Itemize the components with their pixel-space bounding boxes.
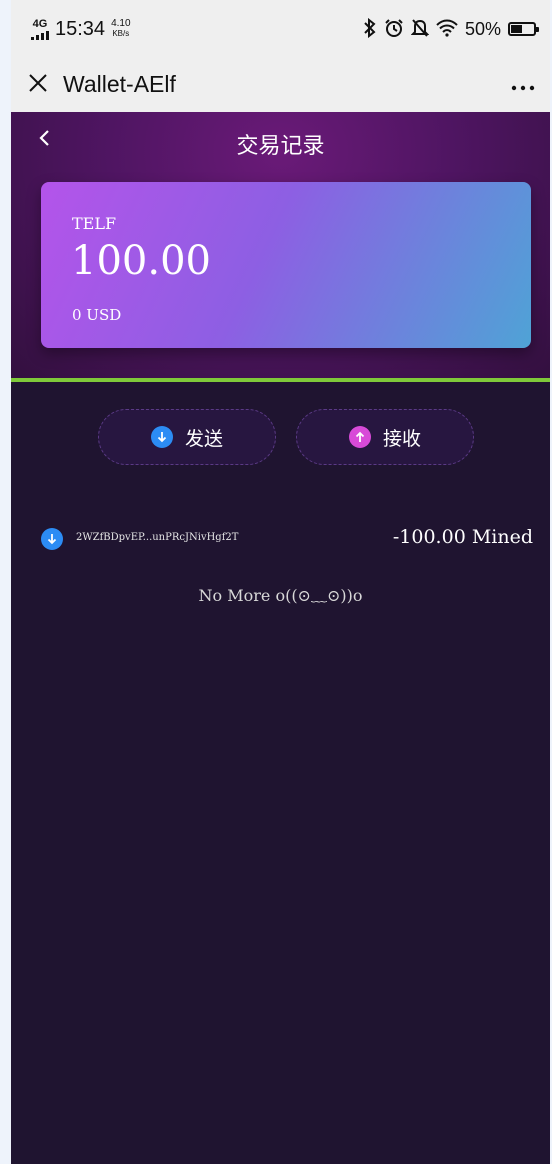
status-time: 15:34	[55, 17, 106, 40]
transaction-address: 2WZfBDpvEP...unPRcJNivHgf2T	[76, 532, 239, 543]
wifi-icon	[436, 19, 458, 40]
transaction-amount: -100.00 Mined	[392, 526, 533, 548]
arrow-up-icon	[348, 426, 371, 448]
balance-card: TELF 100.00 0 USD	[41, 182, 531, 348]
balance-amount: 100.00	[71, 238, 211, 284]
network-speed: 4.10 KB/s	[111, 19, 130, 39]
battery-percent: 50%	[464, 18, 501, 39]
status-bar: 4G 15:34 4.10 KB/s 50%	[11, 0, 550, 56]
network-speed-value: 4.10	[111, 18, 131, 29]
title-bar: Wallet-AElf	[11, 56, 550, 112]
transaction-row[interactable]: 2WZfBDpvEP...unPRcJNivHgf2T -100.00 Mine…	[41, 524, 533, 554]
window-title: Wallet-AElf	[63, 71, 176, 97]
send-button[interactable]: 发送	[98, 409, 276, 465]
cellular-signal-icon: 4G	[31, 17, 49, 40]
network-speed-unit: KB/s	[112, 29, 130, 38]
status-right: 50%	[363, 14, 539, 44]
list-end-text: No More o((⊙﹏⊙))o	[198, 586, 363, 605]
arrow-down-icon	[41, 528, 63, 550]
battery-icon	[508, 22, 539, 36]
app-frame: 4G 15:34 4.10 KB/s 50% Wallet-AElf 交易记录 …	[0, 0, 552, 1164]
more-icon[interactable]	[510, 68, 536, 99]
network-type: 4G	[32, 17, 48, 30]
battery-level	[511, 25, 522, 33]
alarm-icon	[384, 18, 404, 41]
header: 交易记录 TELF 100.00 0 USD	[11, 112, 550, 378]
balance-usd: 0 USD	[72, 306, 122, 324]
receive-button[interactable]: 接收	[296, 409, 474, 465]
receive-label: 接收	[382, 427, 421, 450]
token-name: TELF	[72, 214, 117, 233]
main-content: 发送 接收 2WZfBDpvEP...unPRcJNivHgf2T -100.0…	[11, 382, 550, 1164]
page-title: 交易记录	[236, 134, 325, 159]
close-icon[interactable]	[25, 70, 51, 96]
send-label: 发送	[184, 427, 223, 450]
status-left: 4G 15:34 4.10 KB/s	[31, 14, 131, 44]
arrow-down-icon	[150, 426, 173, 448]
bluetooth-icon	[363, 17, 377, 41]
mute-icon	[410, 18, 430, 41]
